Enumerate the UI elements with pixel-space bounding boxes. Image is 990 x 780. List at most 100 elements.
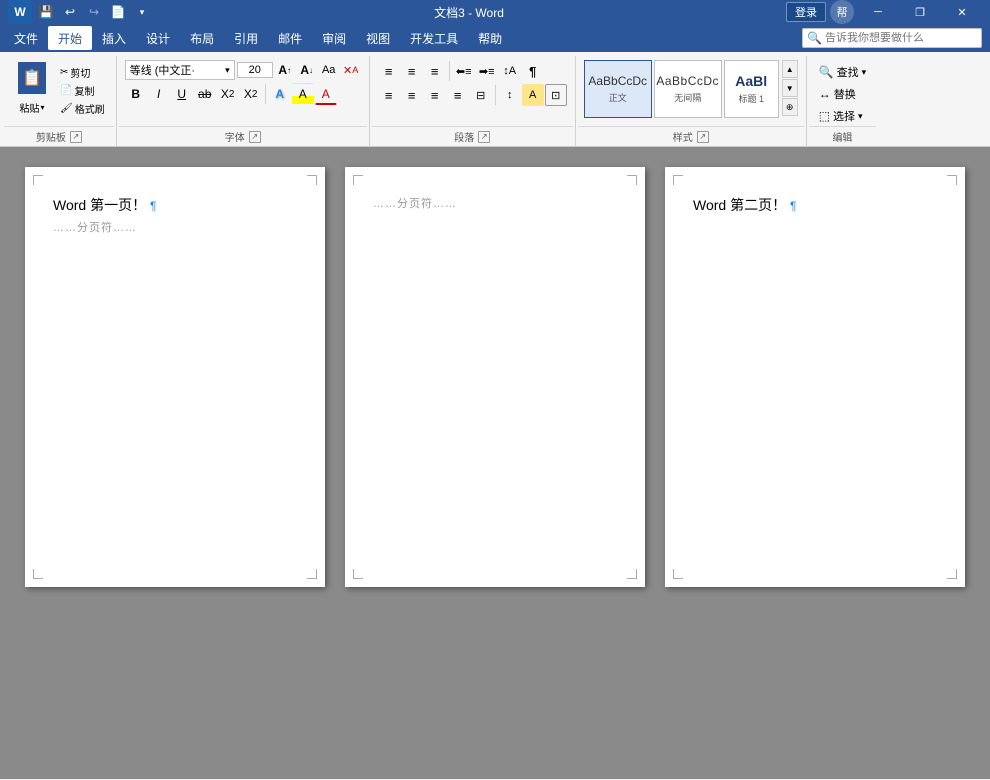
page-corner-br: [307, 569, 317, 579]
italic-button[interactable]: I: [148, 83, 170, 105]
search-input[interactable]: [825, 32, 977, 44]
shading-button[interactable]: A: [522, 84, 544, 106]
save-quick-btn[interactable]: 💾: [36, 2, 56, 22]
page-1-content: Word 第一页！ ¶: [53, 195, 297, 215]
page-3-corner-tr: [947, 175, 957, 185]
search-wrapper: 🔍: [802, 28, 982, 48]
ribbon-content: 📋 粘贴▾ ✂ 剪切 📄 复制 🖌 格式刷: [4, 56, 986, 146]
underline-button[interactable]: U: [171, 83, 193, 105]
search-icon: 🔍: [807, 31, 822, 45]
menu-dev[interactable]: 开发工具: [400, 26, 468, 50]
menu-review[interactable]: 审阅: [312, 26, 356, 50]
menu-view[interactable]: 视图: [356, 26, 400, 50]
superscript-button[interactable]: X2: [240, 83, 262, 105]
text-effect-button[interactable]: A: [269, 83, 291, 105]
clear-format-button[interactable]: ✕A: [341, 60, 361, 80]
styles-scroll-down[interactable]: ▼: [782, 79, 798, 97]
numbering-button[interactable]: ≡: [401, 60, 423, 82]
menu-layout[interactable]: 布局: [180, 26, 224, 50]
page-2-corner-bl: [353, 569, 363, 579]
user-avatar[interactable]: 帮: [830, 0, 854, 24]
styles-expand[interactable]: ⊕: [782, 98, 798, 116]
undo-btn[interactable]: ↩: [60, 2, 80, 22]
menu-mail[interactable]: 邮件: [268, 26, 312, 50]
page-corner-bl: [33, 569, 43, 579]
page-3-corner-bl: [673, 569, 683, 579]
close-button[interactable]: ✕: [942, 0, 982, 24]
cut-icon: ✂: [60, 67, 68, 78]
show-marks-button[interactable]: ¶: [522, 60, 544, 82]
customize-btn[interactable]: ▾: [132, 2, 152, 22]
word-icon: W: [8, 0, 32, 24]
line-spacing-button[interactable]: ↕: [499, 84, 521, 106]
page-3-corner-tl: [673, 175, 683, 185]
title-bar: W 💾 ↩ ↪ 📄 ▾ 文档3 - Word 登录 帮 ─ ❐ ✕: [0, 0, 990, 24]
align-left-button[interactable]: ≡: [378, 84, 400, 106]
style-no-spacing[interactable]: AaBbCcDc 无间隔: [654, 60, 722, 118]
menu-references[interactable]: 引用: [224, 26, 268, 50]
menu-design[interactable]: 设计: [136, 26, 180, 50]
page-1-break: ……分页符……: [53, 219, 297, 235]
clipboard-group-label: 剪贴板 ↗: [4, 126, 114, 146]
font-expand-button[interactable]: ↗: [249, 131, 261, 143]
page-3-content: Word 第二页！ ¶: [693, 195, 937, 215]
style-normal[interactable]: AaBbCcDc 正文: [584, 60, 652, 118]
styles-expand-button[interactable]: ↗: [697, 131, 709, 143]
copy-button[interactable]: 📄 复制: [57, 82, 108, 99]
cut-button[interactable]: ✂ 剪切: [57, 64, 108, 81]
style-heading1[interactable]: AaBl 标题 1: [724, 60, 779, 118]
align-right-button[interactable]: ≡: [424, 84, 446, 106]
font-color-button[interactable]: A: [315, 83, 337, 105]
redo-btn[interactable]: ↪: [84, 2, 104, 22]
select-icon: ⬚: [819, 109, 830, 123]
styles-scroll-up[interactable]: ▲: [782, 60, 798, 78]
multilevel-button[interactable]: ≡: [424, 60, 446, 82]
menu-insert[interactable]: 插入: [92, 26, 136, 50]
page-3[interactable]: Word 第二页！ ¶: [665, 167, 965, 587]
borders-button[interactable]: ⊡: [545, 84, 567, 106]
justify-button[interactable]: ≡: [447, 84, 469, 106]
format-painter-button[interactable]: 🖌 格式刷: [57, 100, 108, 117]
ribbon-group-font: 等线 (中文正· ▾ 20 A↑ A↓ Aa ✕A B I U ab X2 X2: [119, 56, 367, 146]
change-case-button[interactable]: Aa: [319, 60, 339, 80]
page-corner-tr: [307, 175, 317, 185]
menu-home[interactable]: 开始: [48, 26, 92, 50]
page-2-corner-br: [627, 569, 637, 579]
increase-font-button[interactable]: A↑: [275, 60, 295, 80]
select-button[interactable]: ⬚ 选择 ▾: [815, 106, 867, 126]
strikethrough-button[interactable]: ab: [194, 83, 216, 105]
window-controls: ─ ❐ ✕: [858, 0, 982, 24]
subscript-button[interactable]: X2: [217, 83, 239, 105]
decrease-indent-button[interactable]: ⬅≡: [453, 60, 475, 82]
document-area[interactable]: Word 第一页！ ¶ ……分页符…… ……分页符…… Word 第二页！ ¶: [0, 147, 990, 779]
menu-file[interactable]: 文件: [4, 26, 48, 50]
find-icon: 🔍: [819, 65, 834, 79]
ribbon-group-clipboard: 📋 粘贴▾ ✂ 剪切 📄 复制 🖌 格式刷: [4, 56, 114, 146]
page-1[interactable]: Word 第一页！ ¶ ……分页符……: [25, 167, 325, 587]
page-2[interactable]: ……分页符……: [345, 167, 645, 587]
minimize-button[interactable]: ─: [858, 0, 898, 24]
font-size-box[interactable]: 20: [237, 62, 273, 78]
restore-button[interactable]: ❐: [900, 0, 940, 24]
login-button[interactable]: 登录: [786, 2, 826, 22]
align-center-button[interactable]: ≡: [401, 84, 423, 106]
bullets-button[interactable]: ≡: [378, 60, 400, 82]
find-button[interactable]: 🔍 查找 ▾: [815, 62, 870, 82]
sort-button[interactable]: ↕A: [499, 60, 521, 82]
font-name-selector[interactable]: 等线 (中文正· ▾: [125, 60, 235, 80]
save2-btn[interactable]: 📄: [108, 2, 128, 22]
paragraph-expand-button[interactable]: ↗: [478, 131, 490, 143]
replace-button[interactable]: ↔ 替换: [815, 84, 860, 104]
page-2-content: ……分页符……: [373, 195, 617, 211]
increase-indent-button[interactable]: ➡≡: [476, 60, 498, 82]
highlight-button[interactable]: A: [292, 83, 314, 105]
page-corner-tl: [33, 175, 43, 185]
menu-help[interactable]: 帮助: [468, 26, 512, 50]
clipboard-expand-button[interactable]: ↗: [70, 131, 82, 143]
bold-button[interactable]: B: [125, 83, 147, 105]
text-columns-button[interactable]: ⊟: [470, 84, 492, 106]
ribbon-group-editing: 🔍 查找 ▾ ↔ 替换 ⬚ 选择 ▾ 编辑: [809, 56, 876, 146]
page-2-corner-tl: [353, 175, 363, 185]
paste-button[interactable]: 📋 粘贴▾: [10, 60, 54, 117]
decrease-font-button[interactable]: A↓: [297, 60, 317, 80]
